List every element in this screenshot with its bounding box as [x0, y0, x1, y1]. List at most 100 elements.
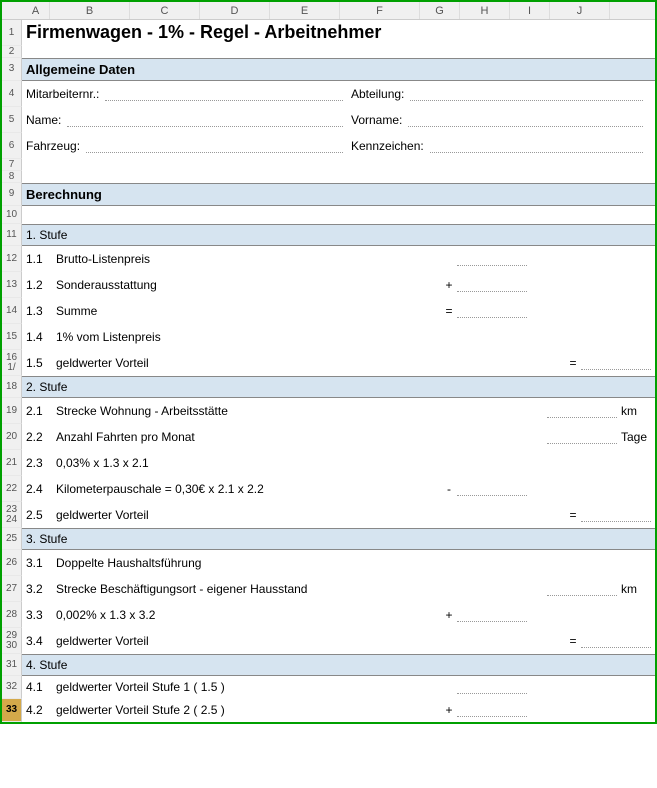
col-f[interactable]: F: [340, 2, 420, 19]
label-name: Name:: [26, 113, 61, 127]
label-mitarbeiternr: Mitarbeiternr.:: [26, 87, 99, 101]
num-1-1: 1.1: [26, 252, 56, 266]
row-num[interactable]: 31: [2, 654, 22, 676]
row-num[interactable]: 21: [2, 450, 22, 476]
row-num[interactable]: 5: [2, 107, 22, 133]
row-num[interactable]: 25: [2, 528, 22, 550]
value-2-1[interactable]: [547, 404, 617, 418]
label-fahrzeug: Fahrzeug:: [26, 139, 80, 153]
col-h[interactable]: H: [460, 2, 510, 19]
value-3-3[interactable]: [457, 608, 527, 622]
num-2-3: 2.3: [26, 456, 56, 470]
row-num-selected[interactable]: 33: [2, 699, 22, 722]
value-2-5[interactable]: [581, 508, 651, 522]
unit-2-2: Tage: [617, 430, 651, 444]
value-2-4[interactable]: [457, 482, 527, 496]
op-1-5: =: [565, 356, 581, 370]
value-3-4[interactable]: [581, 634, 651, 648]
value-1-1[interactable]: [457, 252, 527, 266]
col-b[interactable]: B: [50, 2, 130, 19]
input-name[interactable]: [67, 113, 343, 127]
row-num[interactable]: 28: [2, 602, 22, 628]
col-a[interactable]: A: [22, 2, 50, 19]
col-g[interactable]: G: [420, 2, 460, 19]
op-3-4: =: [565, 634, 581, 648]
num-1-4: 1.4: [26, 330, 56, 344]
col-i[interactable]: I: [510, 2, 550, 19]
text-3-1: Doppelte Haushaltsführung: [56, 556, 651, 570]
doc-title: Firmenwagen - 1% - Regel - Arbeitnehmer: [26, 22, 381, 43]
label-kennzeichen: Kennzeichen:: [351, 139, 424, 153]
row-num[interactable]: 12: [2, 246, 22, 272]
input-abteilung[interactable]: [410, 87, 643, 101]
stufe2-head: 2. Stufe: [26, 380, 67, 394]
row-num[interactable]: 32: [2, 676, 22, 699]
row-num[interactable]: 26: [2, 550, 22, 576]
stufe4-head: 4. Stufe: [26, 658, 67, 672]
row-num[interactable]: 20: [2, 424, 22, 450]
text-1-4: 1% vom Listenpreis: [56, 330, 451, 344]
value-2-2[interactable]: [547, 430, 617, 444]
row-num[interactable]: 2324: [2, 502, 22, 528]
op-1-3: =: [441, 304, 457, 318]
input-kennzeichen[interactable]: [430, 139, 643, 153]
row-num[interactable]: 6: [2, 133, 22, 159]
row-num[interactable]: 9: [2, 183, 22, 206]
text-2-4: Kilometerpauschale = 0,30€ x 2.1 x 2.2: [56, 482, 441, 496]
op-1-2: +: [441, 278, 457, 292]
input-vorname[interactable]: [408, 113, 643, 127]
text-1-1: Brutto-Listenpreis: [56, 252, 441, 266]
value-1-3[interactable]: [457, 304, 527, 318]
row-num[interactable]: 14: [2, 298, 22, 324]
num-2-1: 2.1: [26, 404, 56, 418]
row-num[interactable]: 2930: [2, 628, 22, 654]
value-4-2[interactable]: [457, 703, 527, 717]
text-3-3: 0,002% x 1.3 x 3.2: [56, 608, 441, 622]
text-4-1: geldwerter Vorteil Stufe 1 ( 1.5 ): [56, 680, 441, 694]
value-4-1[interactable]: [457, 680, 527, 694]
text-3-2: Strecke Beschäftigungsort - eigener Haus…: [56, 582, 547, 596]
col-c[interactable]: C: [130, 2, 200, 19]
row-num[interactable]: 161/: [2, 350, 22, 376]
col-e[interactable]: E: [270, 2, 340, 19]
num-1-3: 1.3: [26, 304, 56, 318]
row-num[interactable]: 13: [2, 272, 22, 298]
num-4-2: 4.2: [26, 703, 56, 717]
value-1-5[interactable]: [581, 356, 651, 370]
unit-2-1: km: [617, 404, 651, 418]
num-2-2: 2.2: [26, 430, 56, 444]
row-num[interactable]: 8: [2, 171, 22, 183]
num-1-5: 1.5: [26, 356, 56, 370]
value-3-2[interactable]: [547, 582, 617, 596]
input-mitarbeiternr[interactable]: [105, 87, 343, 101]
row-num[interactable]: 18: [2, 376, 22, 398]
row-num[interactable]: 10: [2, 206, 22, 224]
row-num[interactable]: 15: [2, 324, 22, 350]
row-num[interactable]: 11: [2, 224, 22, 246]
row-num[interactable]: 19: [2, 398, 22, 424]
row-num[interactable]: 22: [2, 476, 22, 502]
text-2-3: 0,03% x 1.3 x 2.1: [56, 456, 651, 470]
row-num[interactable]: 2: [2, 46, 22, 58]
op-3-3: +: [441, 608, 457, 622]
num-2-5: 2.5: [26, 508, 56, 522]
col-j[interactable]: J: [550, 2, 610, 19]
num-2-4: 2.4: [26, 482, 56, 496]
value-1-2[interactable]: [457, 278, 527, 292]
num-3-1: 3.1: [26, 556, 56, 570]
row-num[interactable]: 7: [2, 159, 22, 171]
section-berechnung: Berechnung: [26, 187, 102, 202]
row-num[interactable]: 4: [2, 81, 22, 107]
row-num[interactable]: 3: [2, 58, 22, 81]
text-1-5: geldwerter Vorteil: [56, 356, 565, 370]
num-3-4: 3.4: [26, 634, 56, 648]
text-1-3: Summe: [56, 304, 441, 318]
row-num[interactable]: 1: [2, 20, 22, 46]
col-d[interactable]: D: [200, 2, 270, 19]
input-fahrzeug[interactable]: [86, 139, 343, 153]
num-4-1: 4.1: [26, 680, 56, 694]
row-num[interactable]: 27: [2, 576, 22, 602]
text-2-5: geldwerter Vorteil: [56, 508, 565, 522]
text-3-4: geldwerter Vorteil: [56, 634, 565, 648]
op-2-5: =: [565, 508, 581, 522]
